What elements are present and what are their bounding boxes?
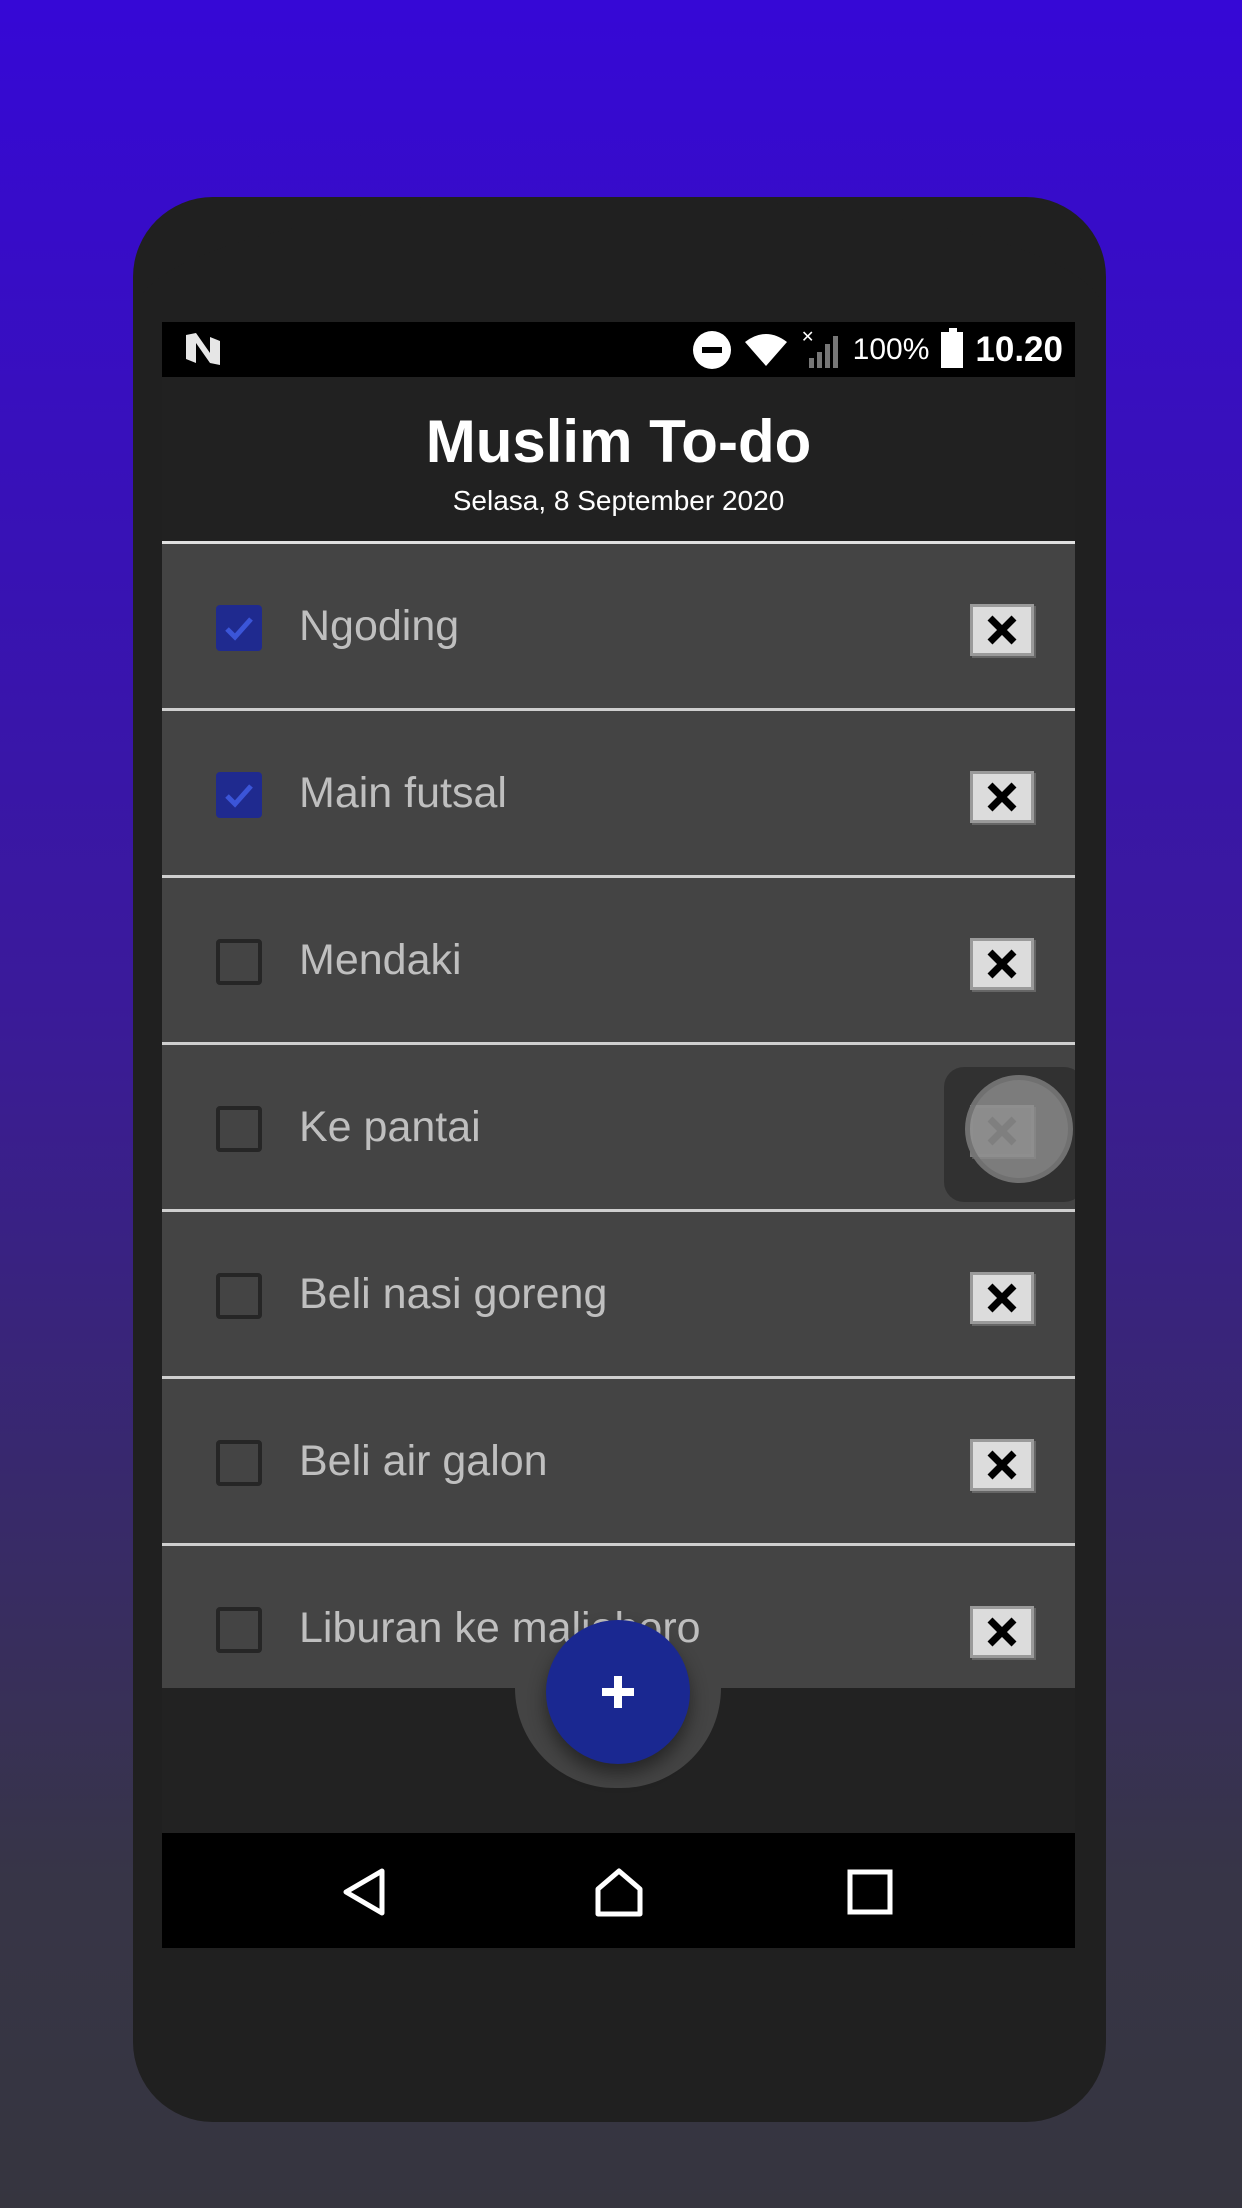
todo-label: Ke pantai [299,1103,481,1151]
battery-percentage: 100% [852,332,930,366]
todo-list: Ngoding Main futsal Mendaki Ke pantai Be… [162,544,1075,1713]
close-icon [987,782,1017,812]
delete-button[interactable] [970,938,1034,990]
page-title: Muslim To-do [425,408,812,475]
delete-button[interactable] [970,604,1034,656]
todo-item: Ngoding [162,544,1075,711]
close-icon [987,949,1017,979]
clock: 10.20 [975,329,1063,369]
notification-n-icon [186,333,220,365]
add-todo-button[interactable] [546,1620,690,1764]
recents-icon[interactable] [845,1867,895,1917]
app-screen: ✕ 100% 10.20 Muslim To-do Selasa, 8 Sept… [162,322,1075,1948]
date-subtitle: Selasa, 8 September 2020 [452,485,785,516]
todo-label: Ngoding [299,602,460,650]
close-icon [987,1283,1017,1313]
todo-item: Beli air galon [162,1379,1075,1546]
todo-label: Beli nasi goreng [299,1270,608,1318]
todo-label: Beli air galon [299,1437,548,1485]
todo-checkbox[interactable] [216,605,262,651]
do-not-disturb-icon [692,330,731,369]
app-header: Muslim To-do Selasa, 8 September 2020 [162,377,1075,542]
todo-checkbox[interactable] [216,1273,262,1319]
close-icon [987,615,1017,645]
back-icon[interactable] [340,1867,390,1917]
delete-button[interactable] [970,1272,1034,1324]
delete-button[interactable] [970,1606,1034,1658]
battery-charging-icon [941,327,964,368]
todo-checkbox[interactable] [216,939,262,985]
svg-text:✕: ✕ [801,330,814,346]
close-icon [987,1450,1017,1480]
delete-button[interactable] [970,771,1034,823]
signal-icon: ✕ [801,330,838,368]
todo-checkbox[interactable] [216,1106,262,1152]
status-bar: ✕ 100% 10.20 [162,322,1075,377]
todo-checkbox[interactable] [216,1607,262,1653]
todo-item: Beli nasi goreng [162,1212,1075,1379]
system-nav-bar [162,1833,1075,1948]
close-icon [987,1617,1017,1647]
wifi-icon [744,333,787,366]
delete-button[interactable] [970,1439,1034,1491]
todo-label: Main futsal [299,769,507,817]
home-icon[interactable] [594,1867,644,1917]
todo-label: Mendaki [299,936,462,984]
todo-checkbox[interactable] [216,772,262,818]
todo-item: Mendaki [162,878,1075,1045]
touch-ripple [965,1075,1073,1183]
plus-icon [602,1676,634,1708]
todo-item: Main futsal [162,711,1075,878]
todo-item: Ke pantai [162,1045,1075,1212]
todo-checkbox[interactable] [216,1440,262,1486]
status-icons: ✕ 100% 10.20 [692,322,1063,377]
